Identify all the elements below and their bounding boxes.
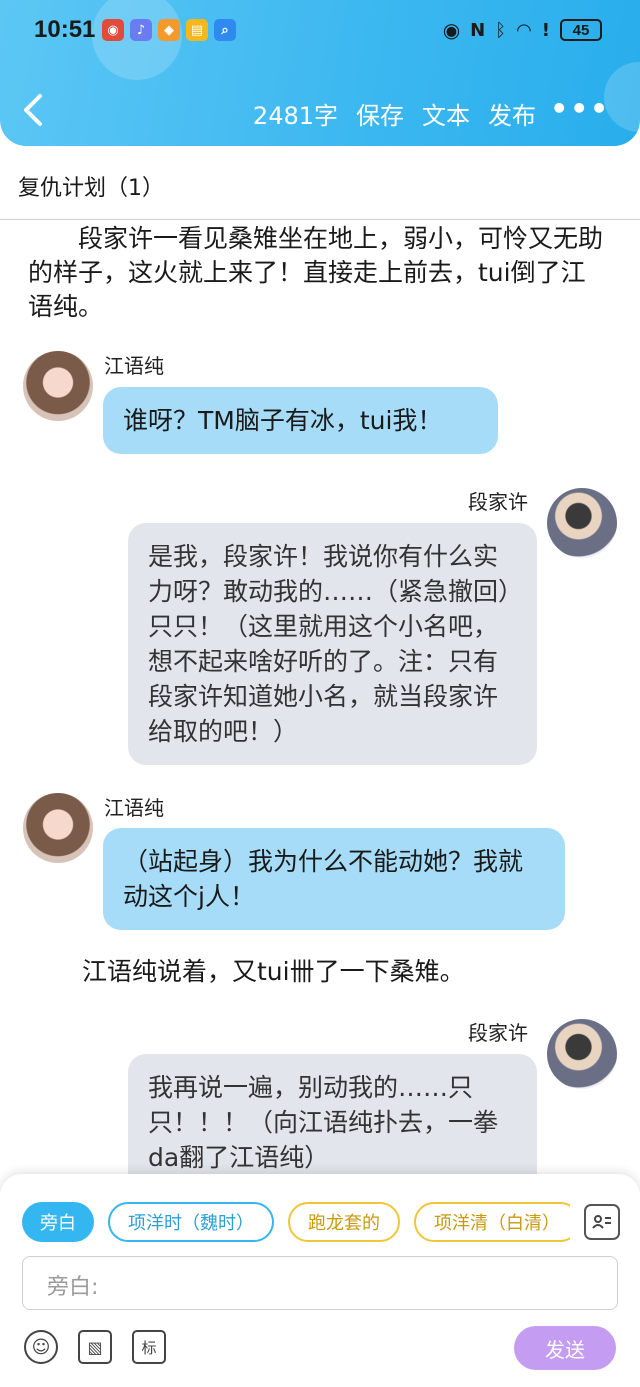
speaker-name: 段家许 bbox=[468, 490, 528, 514]
notes-icon: ▤ bbox=[186, 19, 208, 41]
wifi-icon: ◠ bbox=[516, 19, 532, 41]
shop-icon: ◆ bbox=[158, 19, 180, 41]
avatar-duanjiaxu[interactable] bbox=[547, 488, 617, 558]
chat-bubble-right[interactable]: 我再说一遍，别动我的……只只！！！（向江语纯扑去，一拳da翻了江语纯） bbox=[128, 1054, 537, 1174]
image-icon[interactable]: ▧ bbox=[78, 1330, 112, 1364]
role-chip[interactable]: 项洋时（魏时） bbox=[108, 1202, 274, 1242]
weibo-icon: ◉ bbox=[102, 19, 124, 41]
notification-icons: ◉ ♪ ◆ ▤ ⌕ bbox=[102, 19, 236, 41]
avatar-duanjiaxu[interactable] bbox=[547, 1019, 617, 1089]
chat-bubble-right[interactable]: 是我，段家许！我说你有什么实力呀？敢动我的……（紧急撤回）只只！（这里就用这个小… bbox=[128, 523, 537, 765]
role-chip-narration[interactable]: 旁白 bbox=[22, 1202, 94, 1242]
composer-panel: 旁白 项洋时（魏时） 跑龙套的 项洋清（白清） 旁白: ☺ ▧ 标 发送 bbox=[0, 1174, 640, 1387]
emoji-icon[interactable]: ☺ bbox=[24, 1330, 58, 1364]
chat-bubble-left[interactable]: 谁呀？TM脑子有冰，tui我！ bbox=[103, 387, 498, 454]
back-chevron-icon[interactable] bbox=[22, 92, 50, 132]
top-header: 10:51 ◉ ♪ ◆ ▤ ⌕ ◉ N ᛒ ◠ ! 45 2481字 保存 文本… bbox=[0, 0, 640, 146]
publish-button[interactable]: 发布 bbox=[488, 96, 536, 131]
word-count: 2481字 bbox=[252, 102, 338, 130]
nav-bar: 2481字 保存 文本 发布 ••• bbox=[0, 84, 640, 140]
role-chip[interactable]: 项洋清（白清） bbox=[414, 1202, 570, 1242]
tag-button[interactable]: 标 bbox=[132, 1330, 166, 1364]
message-input[interactable]: 旁白: bbox=[22, 1256, 618, 1310]
role-chips: 旁白 项洋时（魏时） 跑龙套的 项洋清（白清） bbox=[22, 1202, 570, 1242]
narration-paragraph: 江语纯说着，又tui卌了一下桑雉。 bbox=[82, 957, 465, 986]
speaker-name: 江语纯 bbox=[104, 354, 164, 378]
nfc-icon: N bbox=[470, 19, 486, 41]
status-bar: 10:51 ◉ ♪ ◆ ▤ ⌕ ◉ N ᛒ ◠ ! 45 bbox=[0, 0, 640, 64]
text-button[interactable]: 文本 bbox=[422, 96, 470, 131]
avatar-jiangyuchun[interactable] bbox=[23, 793, 93, 863]
back-chevron-icon bbox=[24, 94, 42, 126]
save-button[interactable]: 保存 bbox=[356, 96, 404, 131]
nav-actions: 2481字 保存 文本 发布 bbox=[253, 96, 536, 131]
story-content[interactable]: 段家许一看见桑雉坐在地上，弱小，可怜又无助的样子，这火就上来了！直接走上前去，t… bbox=[0, 220, 640, 1174]
contact-card-icon bbox=[592, 1215, 611, 1229]
alert-icon: ! bbox=[541, 19, 550, 41]
bluetooth-icon: ᛒ bbox=[495, 19, 507, 41]
chat-bubble-left[interactable]: （站起身）我为什么不能动她？我就动这个j人！ bbox=[103, 828, 565, 930]
speaker-name: 江语纯 bbox=[104, 796, 164, 820]
chapter-title[interactable]: 复仇计划（1） bbox=[18, 170, 164, 202]
avatar-jiangyuchun[interactable] bbox=[23, 351, 93, 421]
role-chip[interactable]: 跑龙套的 bbox=[288, 1202, 400, 1242]
status-time: 10:51 bbox=[34, 16, 96, 43]
speaker-name: 段家许 bbox=[468, 1021, 528, 1045]
search-app-icon: ⌕ bbox=[214, 19, 236, 41]
send-button[interactable]: 发送 bbox=[514, 1326, 616, 1370]
eye-icon: ◉ bbox=[442, 18, 461, 42]
music-icon: ♪ bbox=[130, 19, 152, 41]
system-icons: ◉ N ᛒ ◠ ! 45 bbox=[443, 18, 602, 42]
battery-indicator: 45 bbox=[560, 19, 602, 41]
narration-paragraph: 段家许一看见桑雉坐在地上，弱小，可怜又无助的样子，这火就上来了！直接走上前去，t… bbox=[28, 224, 604, 321]
more-options-icon[interactable]: ••• bbox=[550, 92, 610, 125]
contact-card-icon[interactable] bbox=[584, 1204, 620, 1240]
